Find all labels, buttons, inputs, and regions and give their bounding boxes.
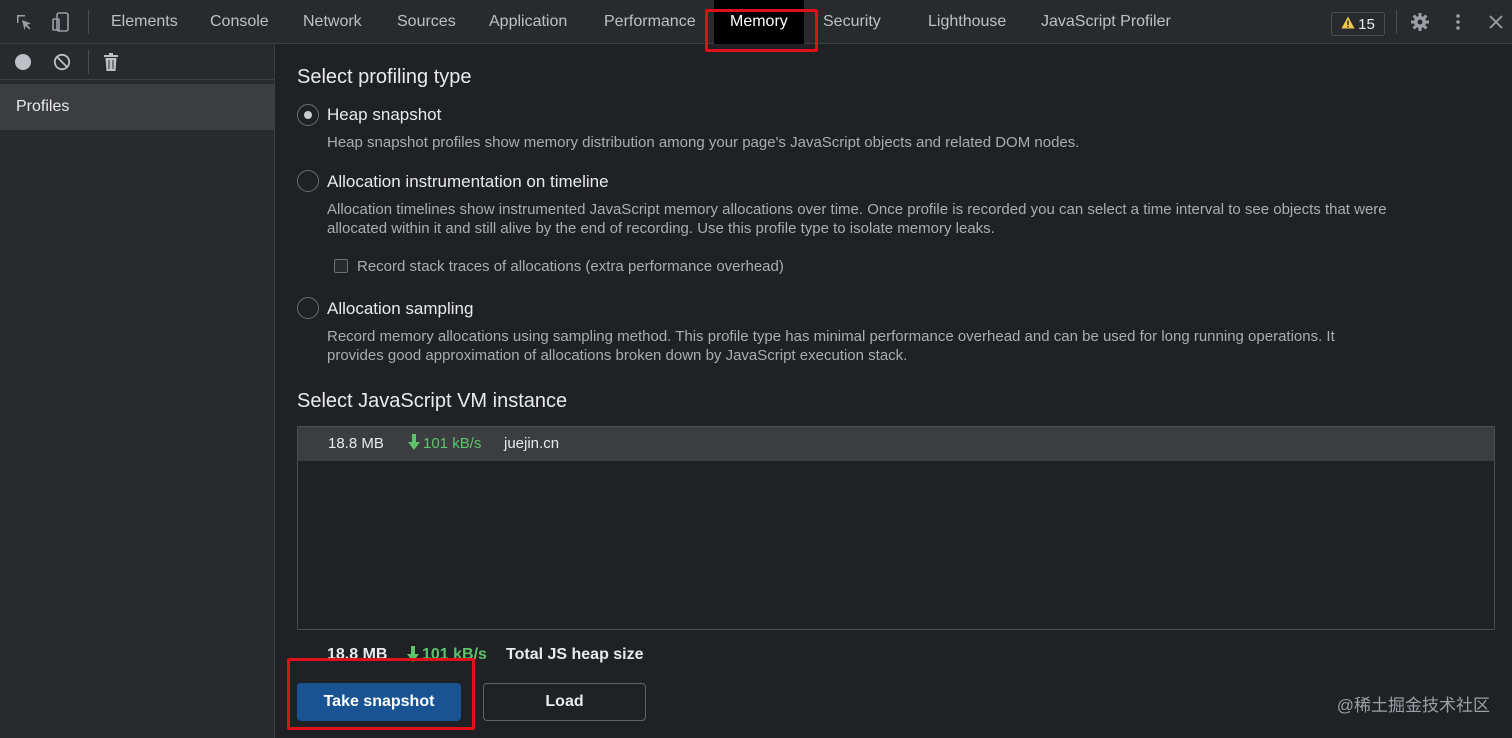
close-icon[interactable] bbox=[1484, 10, 1508, 34]
trash-icon[interactable] bbox=[99, 50, 123, 74]
record-icon[interactable] bbox=[11, 50, 35, 74]
tab-javascript-profiler[interactable]: JavaScript Profiler bbox=[1041, 0, 1171, 44]
settings-gear-icon[interactable] bbox=[1408, 10, 1432, 34]
sidebar-toolbar bbox=[0, 44, 274, 80]
allocation-timeline-label[interactable]: Allocation instrumentation on timeline bbox=[327, 172, 609, 192]
tab-application[interactable]: Application bbox=[489, 0, 567, 44]
devtools-tabbar: Elements Console Network Sources Applica… bbox=[0, 0, 1512, 52]
memory-panel: Select profiling type Heap snapshot Heap… bbox=[276, 44, 1512, 738]
allocation-timeline-description-1: Allocation timelines show instrumented J… bbox=[327, 201, 1387, 218]
warning-icon bbox=[1341, 16, 1355, 33]
clear-icon[interactable] bbox=[50, 50, 74, 74]
heap-snapshot-description: Heap snapshot profiles show memory distr… bbox=[327, 134, 1080, 151]
profiling-type-title: Select profiling type bbox=[297, 66, 472, 88]
tab-security[interactable]: Security bbox=[823, 0, 881, 44]
take-snapshot-button[interactable]: Take snapshot bbox=[297, 683, 461, 721]
heap-snapshot-radio[interactable] bbox=[297, 104, 319, 126]
toolbar-divider bbox=[88, 50, 89, 74]
total-heap-size: 18.8 MB bbox=[327, 646, 388, 663]
vm-instance-list: 18.8 MB 101 kB/s juejin.cn bbox=[297, 426, 1495, 630]
watermark: @稀土掘金技术社区 bbox=[1336, 696, 1490, 715]
tab-elements[interactable]: Elements bbox=[111, 0, 178, 44]
allocation-sampling-description-2: provides good approximation of allocatio… bbox=[327, 347, 908, 364]
warning-count: 15 bbox=[1358, 15, 1375, 33]
arrow-down-icon bbox=[408, 434, 420, 454]
record-stack-traces-label[interactable]: Record stack traces of allocations (extr… bbox=[357, 257, 1057, 276]
tab-console[interactable]: Console bbox=[210, 0, 269, 44]
profiles-sidebar: Profiles bbox=[0, 44, 275, 738]
record-stack-traces-checkbox[interactable] bbox=[334, 259, 348, 273]
allocation-timeline-radio[interactable] bbox=[297, 170, 319, 192]
warnings-badge[interactable]: 15 bbox=[1331, 12, 1385, 36]
tab-network[interactable]: Network bbox=[303, 0, 362, 44]
toolbar-divider bbox=[1396, 10, 1397, 34]
tab-performance[interactable]: Performance bbox=[604, 0, 696, 44]
allocation-sampling-description-1: Record memory allocations using sampling… bbox=[327, 328, 1335, 345]
sidebar-item-profiles[interactable]: Profiles bbox=[0, 84, 274, 130]
total-heap-stats: 18.8 MB 101 kB/s Total JS heap size bbox=[276, 644, 876, 668]
vm-heap-size: 18.8 MB bbox=[328, 435, 384, 452]
arrow-down-icon bbox=[407, 646, 419, 667]
vm-instance-name: juejin.cn bbox=[504, 435, 560, 452]
tab-sources[interactable]: Sources bbox=[397, 0, 456, 44]
allocation-sampling-radio[interactable] bbox=[297, 297, 319, 319]
vm-instance-row[interactable]: 18.8 MB 101 kB/s juejin.cn bbox=[298, 427, 1494, 461]
total-heap-label: Total JS heap size bbox=[506, 646, 644, 663]
vm-heap-rate: 101 kB/s bbox=[423, 435, 482, 452]
toolbar-divider bbox=[88, 10, 89, 34]
total-heap-rate: 101 kB/s bbox=[422, 646, 487, 663]
more-options-icon[interactable] bbox=[1446, 10, 1470, 34]
inspect-element-icon[interactable] bbox=[12, 10, 36, 34]
allocation-timeline-description-2: allocated within it and still alive by t… bbox=[327, 220, 995, 237]
device-toolbar-icon[interactable] bbox=[49, 10, 73, 34]
heap-snapshot-label[interactable]: Heap snapshot bbox=[327, 105, 441, 125]
load-button[interactable]: Load bbox=[483, 683, 646, 721]
allocation-sampling-label[interactable]: Allocation sampling bbox=[327, 299, 473, 319]
vm-instance-title: Select JavaScript VM instance bbox=[297, 390, 568, 412]
tab-lighthouse[interactable]: Lighthouse bbox=[928, 0, 1006, 44]
tab-memory[interactable]: Memory bbox=[714, 0, 804, 44]
